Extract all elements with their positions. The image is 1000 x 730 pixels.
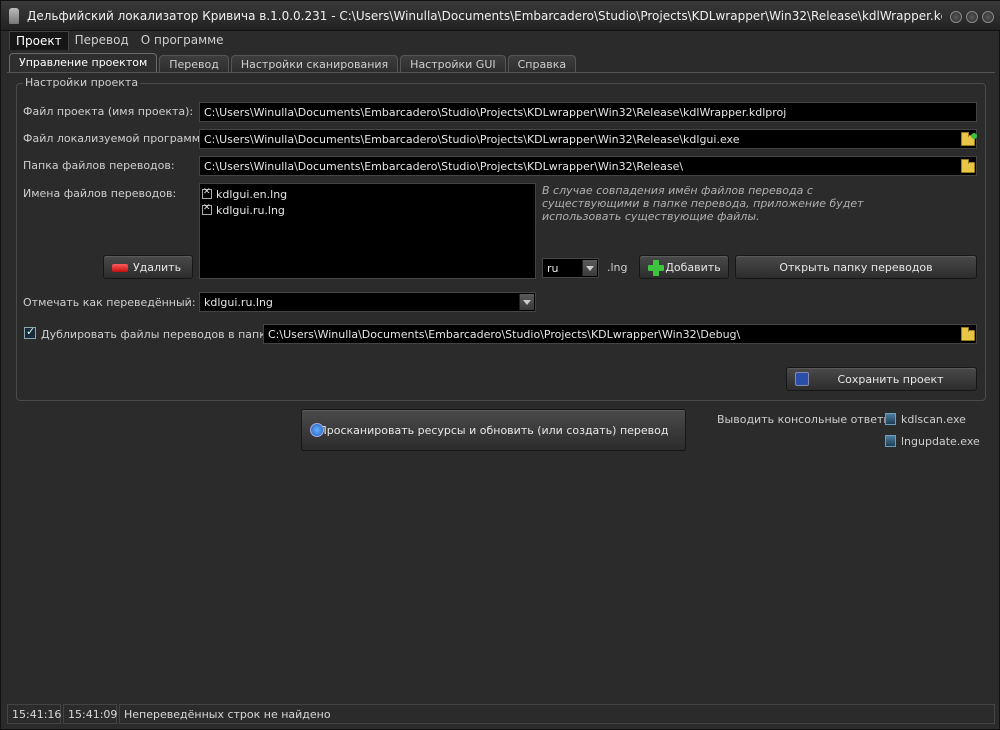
translation-file-name: kdlgui.ru.lng [216,203,285,217]
browse-duplicate-folder-icon[interactable] [961,327,975,341]
project-settings-group: Настройки проекта Файл проекта (имя прое… [16,76,986,401]
translations-folder-label: Папка файлов переводов: [23,159,175,172]
program-file-field[interactable]: C:\Users\Winulla\Documents\Embarcadero\S… [199,129,977,149]
translations-folder-field[interactable]: C:\Users\Winulla\Documents\Embarcadero\S… [199,156,977,176]
language-code-value: ru [547,262,559,275]
checkbox-icon[interactable] [202,203,212,215]
project-management-page: Настройки проекта Файл проекта (имя прое… [7,72,995,700]
menu-bar: Проект Перевод О программе [9,31,230,51]
add-button[interactable]: Добавить [639,255,729,279]
project-file-label: Файл проекта (имя проекта): [23,105,194,118]
console-icon[interactable] [885,413,896,425]
project-settings-title: Настройки проекта [23,76,141,89]
tab-gui-settings[interactable]: Настройки GUI [400,55,506,73]
title-bar: Дельфийский локализатор Кривича в.1.0.0.… [1,1,1000,31]
menu-project[interactable]: Проект [9,31,69,50]
tab-translation[interactable]: Перевод [159,55,229,73]
maximize-button[interactable] [966,11,978,23]
console-icon[interactable] [885,435,896,447]
mark-translated-select[interactable]: kdlgui.ru.lng [199,292,536,312]
program-file-label: Файл локализуемой программы: [23,132,213,145]
minus-icon [112,264,128,272]
console-output-label: Выводить консольные ответы: [717,413,896,426]
language-code-select[interactable]: ru [542,258,599,278]
status-time-2: 15:41:09 [63,704,117,724]
status-message: Непереведённых строк не найдено [119,704,995,724]
translation-names-label: Имена файлов переводов: [23,187,177,200]
minimize-button[interactable] [950,11,962,23]
duplicate-folder-field[interactable]: C:\Users\Winulla\Documents\Embarcadero\S… [263,324,977,344]
open-program-folder-icon[interactable] [961,132,977,146]
browse-translations-folder-icon[interactable] [961,159,975,173]
project-file-field[interactable]: C:\Users\Winulla\Documents\Embarcadero\S… [199,102,977,122]
duplicate-label: Дублировать файлы переводов в папку: [41,328,277,341]
scan-and-update-button[interactable]: Просканировать ресурсы и обновить (или с… [301,409,686,451]
mark-translated-label: Отмечать как переведённый: [23,296,196,309]
lng-extension-label: .lng [607,261,628,274]
list-item[interactable]: kdlgui.ru.lng [200,202,535,218]
menu-about[interactable]: О программе [135,31,230,50]
mark-translated-value: kdlgui.ru.lng [204,296,273,309]
close-button[interactable] [982,11,994,23]
translation-files-list[interactable]: kdlgui.en.lng kdlgui.ru.lng [199,183,536,279]
translation-file-name: kdlgui.en.lng [216,187,288,201]
status-time-1: 15:41:16 [7,704,61,724]
main-window: Дельфийский локализатор Кривича в.1.0.0.… [0,0,1000,730]
refresh-icon [310,423,324,437]
console-lngupdate-label: lngupdate.exe [901,435,980,448]
app-icon [9,8,19,24]
duplicate-checkbox[interactable] [24,325,36,339]
tab-project-management[interactable]: Управление проектом [9,53,158,73]
save-project-button[interactable]: Сохранить проект [786,367,977,391]
plus-icon [648,260,664,276]
console-kdlscan-label: kdlscan.exe [901,413,966,426]
save-disk-icon [795,372,809,386]
tab-bar: Управление проектом Перевод Настройки ск… [9,53,578,73]
open-translations-folder-button[interactable]: Открыть папку переводов [735,255,977,279]
save-project-label: Сохранить проект [837,372,944,386]
status-bar: 15:41:16 15:41:09 Непереведённых строк н… [7,704,995,724]
chevron-down-icon[interactable] [519,294,534,310]
tab-help[interactable]: Справка [507,55,577,73]
checkbox-icon[interactable] [202,187,212,199]
menu-translation[interactable]: Перевод [69,31,135,50]
chevron-down-icon[interactable] [582,260,597,276]
tab-scan-settings[interactable]: Настройки сканирования [230,55,399,73]
scan-and-update-label: Просканировать ресурсы и обновить (или с… [318,423,669,437]
window-title: Дельфийский локализатор Кривича в.1.0.0.… [27,9,942,23]
translation-hint: В случае совпадения имён файлов перевода… [542,184,864,223]
delete-button[interactable]: Удалить [103,255,193,279]
list-item[interactable]: kdlgui.en.lng [200,186,535,202]
